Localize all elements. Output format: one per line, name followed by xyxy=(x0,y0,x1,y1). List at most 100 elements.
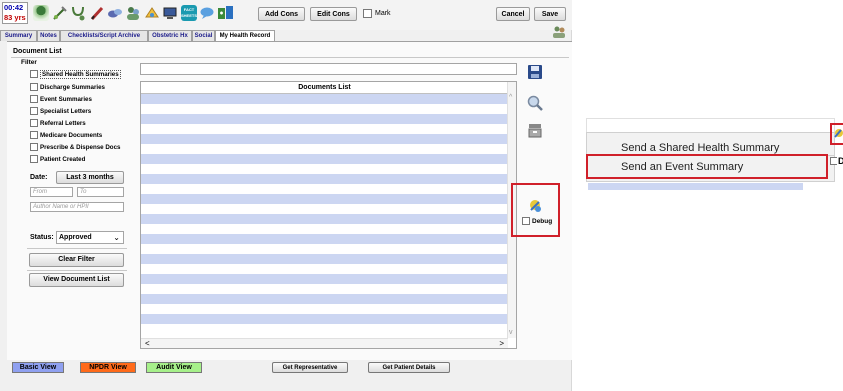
documents-list[interactable]: Documents List ^ v < > xyxy=(140,81,517,349)
scroll-right-icon[interactable]: > xyxy=(499,339,504,348)
debug-checkbox-box[interactable] xyxy=(522,217,530,225)
debug-checkbox-box[interactable] xyxy=(830,157,837,165)
chevron-down-icon: ⌄ xyxy=(113,233,120,242)
list-row[interactable] xyxy=(141,134,508,144)
patient-time-age: 00:42 83 yrs xyxy=(2,2,28,24)
scroll-up-icon[interactable]: ^ xyxy=(509,94,512,101)
send-document-icon[interactable] xyxy=(527,198,543,214)
list-row[interactable] xyxy=(141,194,508,204)
list-row[interactable] xyxy=(141,124,508,134)
filter-checkbox[interactable] xyxy=(30,143,38,151)
divider xyxy=(27,270,127,271)
list-row[interactable] xyxy=(141,114,508,124)
list-row[interactable] xyxy=(141,294,508,304)
documents-list-header: Documents List xyxy=(141,82,508,94)
tab-notes[interactable]: Notes xyxy=(37,30,60,41)
clear-filter-button[interactable]: Clear Filter xyxy=(29,253,124,267)
menu-top-bar xyxy=(586,118,835,132)
tab-bar: Summary Notes Checklists/Script Archive … xyxy=(0,30,572,42)
from-date-input[interactable]: From xyxy=(30,187,73,197)
application-window: 00:42 83 yrs FACT SHEETS Add Cons Edit C… xyxy=(0,0,572,391)
health-record-icon[interactable] xyxy=(217,5,233,21)
send-document-icon[interactable] xyxy=(833,127,843,139)
document-search-input[interactable] xyxy=(140,63,517,75)
list-row[interactable] xyxy=(141,214,508,224)
document-list-title: Document List xyxy=(13,48,62,55)
filter-checkbox[interactable] xyxy=(30,70,38,78)
tab-summary[interactable]: Summary xyxy=(0,30,37,41)
debug-label: Debug xyxy=(532,218,553,225)
npdr-view-button[interactable]: NPDR View xyxy=(80,362,136,373)
author-input[interactable]: Author Name or HPII xyxy=(30,202,124,212)
filter-checkbox[interactable] xyxy=(30,131,38,139)
filter-checkbox[interactable] xyxy=(30,83,38,91)
audit-view-button[interactable]: Audit View xyxy=(146,362,202,373)
list-row[interactable] xyxy=(141,184,508,194)
list-row[interactable] xyxy=(141,314,508,324)
scroll-down-icon[interactable]: v xyxy=(509,329,513,336)
status-label: Status: xyxy=(30,234,54,241)
save-disk-icon[interactable] xyxy=(527,64,543,80)
list-row[interactable] xyxy=(141,304,508,314)
time-label: 00:42 xyxy=(4,3,24,12)
save-button[interactable]: Save xyxy=(534,7,566,21)
monitor-icon[interactable] xyxy=(162,5,178,21)
date-range-button[interactable]: Last 3 months xyxy=(56,171,124,184)
list-row[interactable] xyxy=(141,264,508,274)
list-row[interactable] xyxy=(141,284,508,294)
filter-checkbox[interactable] xyxy=(30,95,38,103)
edit-cons-button[interactable]: Edit Cons xyxy=(310,7,357,21)
list-row[interactable] xyxy=(141,234,508,244)
list-row[interactable] xyxy=(141,174,508,184)
list-row[interactable] xyxy=(141,94,508,104)
filter-checkbox[interactable] xyxy=(30,119,38,127)
status-select[interactable]: Approved ⌄ xyxy=(56,231,124,244)
patient-icon[interactable] xyxy=(33,5,49,21)
chat-icon[interactable] xyxy=(199,5,215,21)
status-select-value: Approved xyxy=(59,234,92,241)
list-row[interactable] xyxy=(141,154,508,164)
divider xyxy=(11,57,569,58)
list-row[interactable] xyxy=(141,164,508,174)
zoomed-context-menu: Send a Shared Health Summary Send an Eve… xyxy=(586,118,843,193)
stethoscope-icon[interactable] xyxy=(70,5,86,21)
scroll-left-icon[interactable]: < xyxy=(145,339,150,348)
list-row[interactable] xyxy=(141,204,508,214)
date-label: Date: xyxy=(30,174,48,181)
view-document-list-button[interactable]: View Document List xyxy=(29,273,124,287)
to-date-input[interactable]: To xyxy=(77,187,124,197)
add-cons-button[interactable]: Add Cons xyxy=(258,7,305,21)
list-row[interactable] xyxy=(141,244,508,254)
divider xyxy=(27,248,127,249)
filter-checkbox[interactable] xyxy=(30,155,38,163)
filter-checkbox[interactable] xyxy=(30,107,38,115)
tab-obstetric[interactable]: Obstetric Hx xyxy=(148,30,192,41)
list-row xyxy=(588,183,803,190)
horizontal-scrollbar[interactable]: < > xyxy=(141,338,508,348)
toolbar: 00:42 83 yrs FACT SHEETS Add Cons Edit C… xyxy=(0,0,572,38)
pathology-icon[interactable] xyxy=(144,5,160,21)
list-row[interactable] xyxy=(141,274,508,284)
archive-icon[interactable] xyxy=(527,122,543,138)
tab-checklists[interactable]: Checklists/Script Archive xyxy=(60,30,148,41)
cancel-button[interactable]: Cancel xyxy=(496,7,530,21)
list-row[interactable] xyxy=(141,144,508,154)
mark-checkbox-box[interactable] xyxy=(363,9,372,18)
list-row[interactable] xyxy=(141,104,508,114)
debug-label-partial: D xyxy=(838,156,843,166)
users-icon[interactable] xyxy=(125,5,141,21)
list-row[interactable] xyxy=(141,324,508,334)
tab-social[interactable]: Social xyxy=(192,30,215,41)
filter-title: Filter xyxy=(21,59,37,66)
get-representative-button[interactable]: Get Representative xyxy=(272,362,348,373)
vaccine-icon[interactable] xyxy=(52,5,68,21)
pills-icon[interactable] xyxy=(107,5,123,21)
pen-icon[interactable] xyxy=(89,5,105,21)
basic-view-button[interactable]: Basic View xyxy=(12,362,64,373)
get-patient-details-button[interactable]: Get Patient Details xyxy=(368,362,450,373)
fact-sheets-icon[interactable]: FACT SHEETS xyxy=(181,5,197,21)
list-row[interactable] xyxy=(141,224,508,234)
age-label: 83 yrs xyxy=(4,13,26,22)
list-row[interactable] xyxy=(141,254,508,264)
magnifier-icon[interactable] xyxy=(527,95,543,111)
